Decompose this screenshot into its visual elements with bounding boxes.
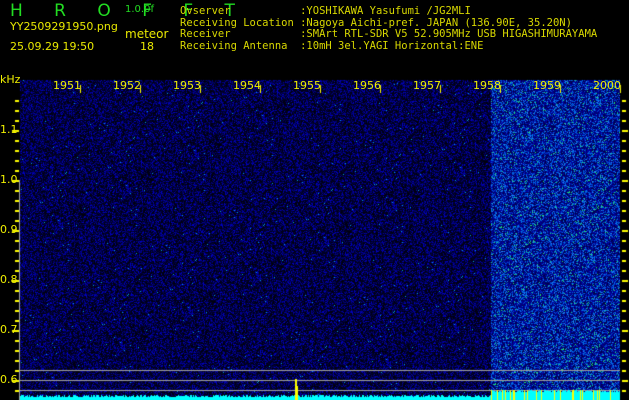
x-tick-label: 1959 xyxy=(533,79,561,92)
y-tick-label: 0.9 xyxy=(0,223,18,236)
y-axis-label: kHz xyxy=(0,73,21,86)
y-tick-label: 1.1 xyxy=(0,123,18,136)
y-tick-label: 0.6 xyxy=(0,373,18,386)
x-tick-label: 1958 xyxy=(473,79,501,92)
filename: YY2509291950.png xyxy=(10,20,118,33)
y-tick-label: 0.8 xyxy=(0,273,18,286)
x-tick-label: 1952 xyxy=(113,79,141,92)
meteor-count: 18 xyxy=(140,40,154,53)
info-observer: Ovserver :YOSHIKAWA Yasufumi /JG2MLI xyxy=(180,5,471,17)
x-tick-label: 1955 xyxy=(293,79,321,92)
datetime: 25.09.29 19:50 xyxy=(10,40,95,53)
x-tick-label: 2000 xyxy=(593,79,621,92)
y-tick-label: 1.0 xyxy=(0,173,18,186)
x-tick-label: 1956 xyxy=(353,79,381,92)
x-tick-label: 1957 xyxy=(413,79,441,92)
y-tick-label: 0.7 xyxy=(0,323,18,336)
x-tick-label: 1954 xyxy=(233,79,261,92)
spectrogram-canvas xyxy=(0,0,629,400)
x-tick-label: 1951 xyxy=(53,79,81,92)
meteor-label: meteor xyxy=(125,27,169,41)
app-version: 1.0.0f xyxy=(125,4,154,15)
info-receiver: Receiver :SMArt RTL-SDR V5 52.905MHz USB… xyxy=(180,28,598,40)
x-tick-label: 1953 xyxy=(173,79,201,92)
info-antenna: Receiving Antenna :10mH 3el.YAGI Horizon… xyxy=(180,39,484,52)
